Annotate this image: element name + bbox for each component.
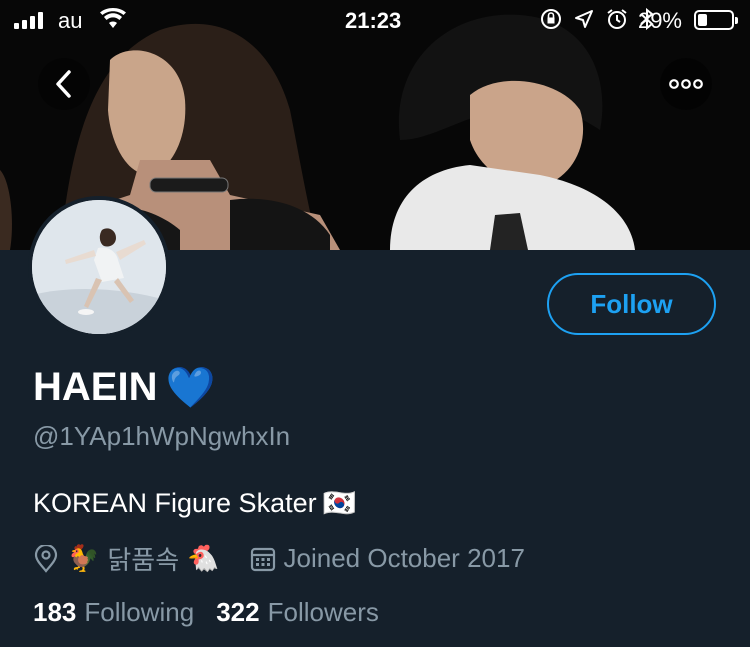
- status-bar: au 21:23 29%: [0, 0, 750, 40]
- avatar-photo: [32, 200, 166, 334]
- display-name: HAEIN 💙: [33, 364, 215, 411]
- followers-stat[interactable]: 322 Followers: [216, 597, 379, 628]
- following-count: 183: [33, 597, 77, 627]
- back-button[interactable]: [38, 58, 90, 110]
- carrier-label: au: [58, 8, 83, 33]
- following-stat[interactable]: 183 Following: [33, 597, 194, 628]
- battery-icon: [694, 10, 738, 30]
- location-prefix-emoji: 🐓: [67, 543, 100, 573]
- signal-icon: [14, 12, 43, 29]
- clock-time: 21:23: [345, 8, 402, 33]
- rotation-lock-icon: [540, 8, 562, 36]
- wifi-icon: [100, 8, 126, 36]
- location-pin-icon: [34, 544, 58, 573]
- korea-flag-emoji: 🇰🇷: [322, 488, 357, 518]
- chevron-left-icon: [56, 70, 71, 98]
- calendar-icon: [250, 547, 275, 571]
- location-arrow-icon: [574, 9, 594, 35]
- more-options-button[interactable]: [660, 58, 712, 110]
- more-horizontal-icon: [669, 79, 703, 89]
- user-handle: @1YAp1hWpNgwhxIn: [33, 421, 291, 451]
- battery-percent: 29%: [637, 8, 682, 33]
- followers-count: 322: [216, 597, 260, 627]
- location-text: 닭품속: [107, 545, 180, 575]
- alarm-icon: [606, 8, 628, 36]
- bio-text: KOREAN Figure Skater: [33, 487, 317, 518]
- avatar[interactable]: [28, 196, 170, 338]
- followers-label: Followers: [267, 597, 379, 627]
- follow-button[interactable]: Follow: [547, 273, 716, 335]
- location: 🐓 닭품속 🐔: [33, 540, 220, 577]
- join-date: Joined October 2017: [250, 543, 525, 574]
- profile-meta: 🐓 닭품속 🐔 Joined October 2017: [33, 540, 525, 577]
- bio: KOREAN Figure Skater 🇰🇷: [33, 487, 356, 519]
- following-label: Following: [84, 597, 195, 627]
- blue-heart-emoji: 💙: [165, 366, 216, 410]
- location-suffix-emoji: 🐔: [187, 543, 220, 573]
- follow-stats: 183 Following 322 Followers: [33, 597, 379, 628]
- display-name-text: HAEIN: [33, 365, 158, 409]
- join-date-text: Joined October 2017: [283, 543, 525, 573]
